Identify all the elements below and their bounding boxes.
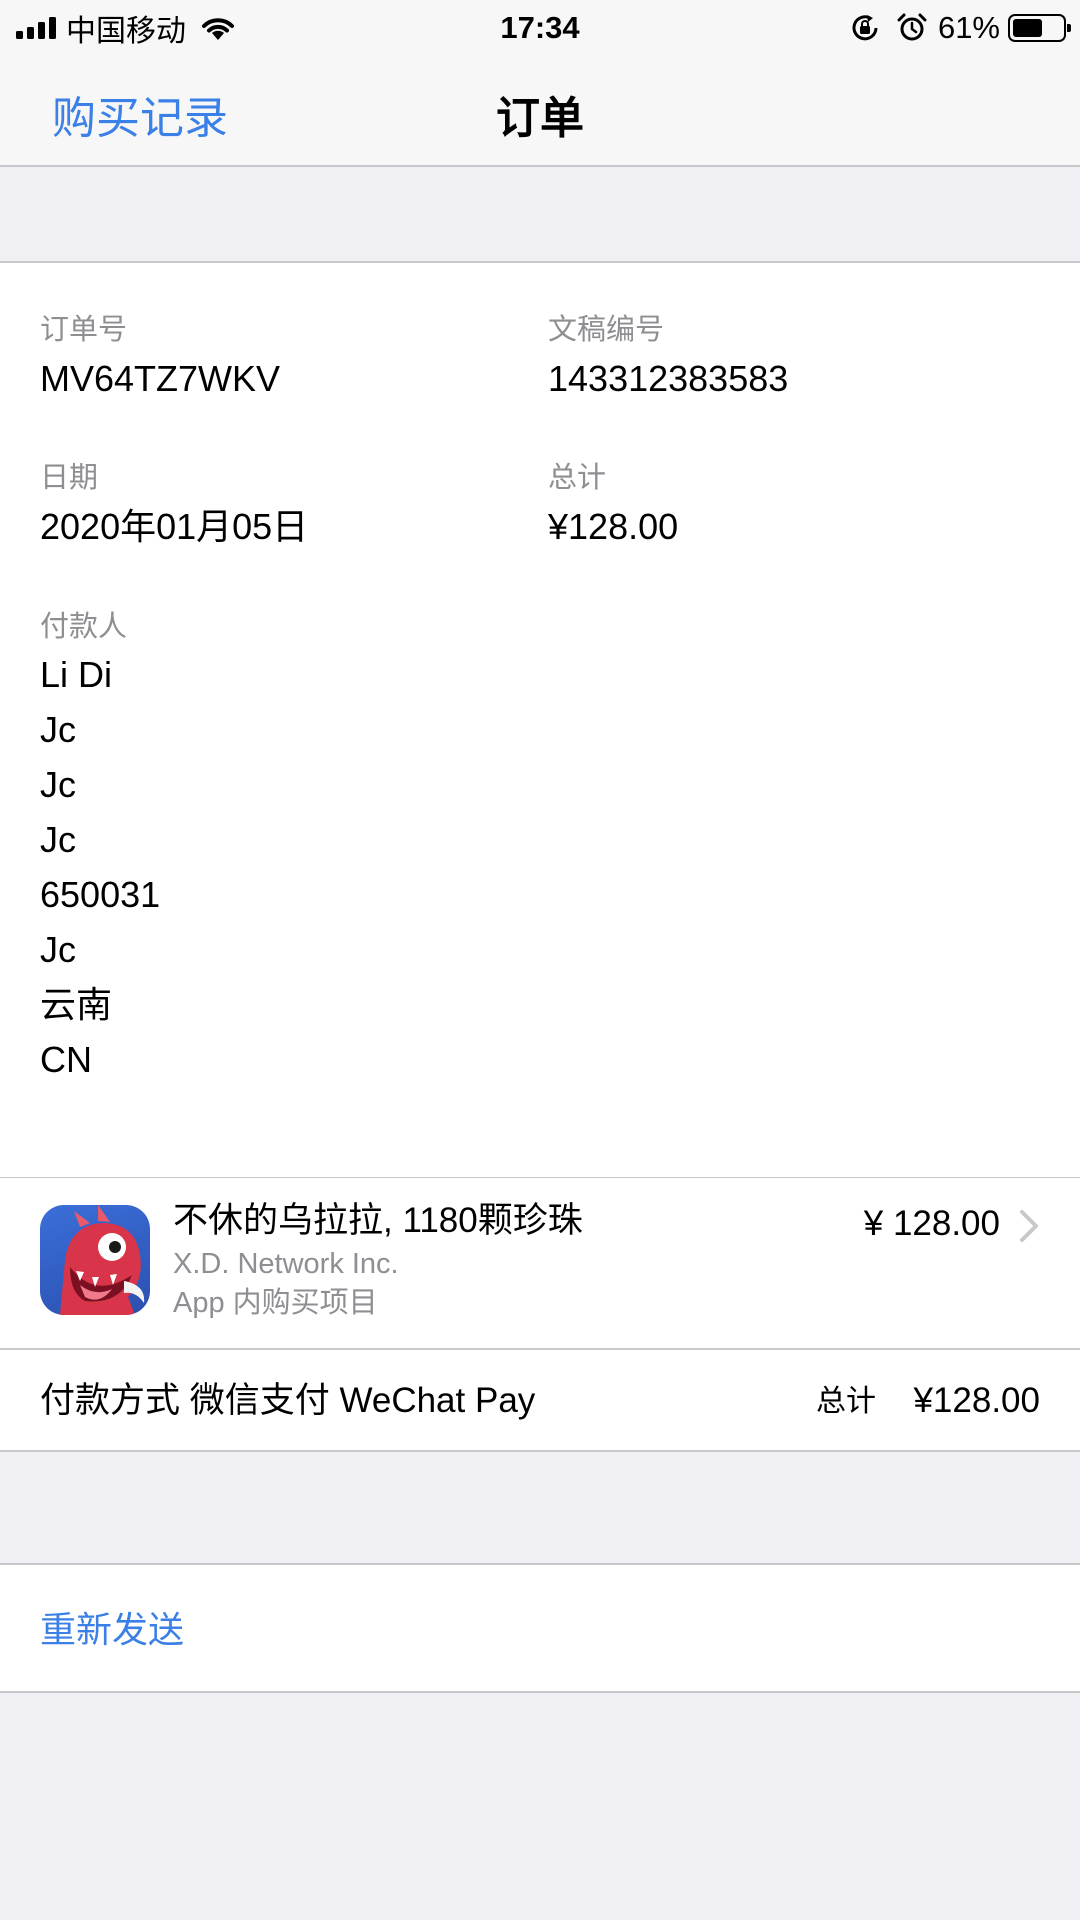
battery-percent: 61% (937, 10, 1000, 45)
payer-label: 付款人 (40, 611, 128, 643)
dragon-app-icon (40, 1205, 150, 1315)
status-right: 61% (850, 8, 1071, 48)
payer-line: Jc (40, 819, 76, 860)
product-type: App 内购买项目 (173, 1287, 378, 1319)
payment-method: 付款方式 微信支付 WeChat Pay (40, 1381, 536, 1420)
payment-total-label: 总计 (816, 1385, 876, 1418)
payer-line: Jc (40, 764, 76, 805)
payer-address: Li Di Jc Jc Jc 650031 Jc 云南 CN (40, 647, 160, 1087)
total-label: 总计 (548, 462, 607, 494)
resend-row: 重新发送 (0, 1563, 1080, 1693)
total-value: ¥128.00 (548, 506, 679, 547)
status-bar: 中国移动 17:34 61% (0, 0, 1080, 54)
order-number-label: 订单号 (40, 314, 128, 346)
chevron-right-icon (1020, 1210, 1038, 1242)
order-number-value: MV64TZ7WKV (40, 358, 281, 399)
product-name: 不休的乌拉拉, 1180颗珍珠 (173, 1201, 583, 1240)
document-number-label: 文稿编号 (548, 314, 665, 346)
date-value: 2020年01月05日 (40, 506, 309, 547)
battery-icon (1008, 14, 1071, 42)
document-number-value: 143312383583 (548, 358, 789, 399)
date-label: 日期 (40, 462, 99, 494)
product-row[interactable]: 不休的乌拉拉, 1180颗珍珠 X.D. Network Inc. App 内购… (0, 1178, 1080, 1350)
document-number-field: 文稿编号 143312383583 (548, 312, 788, 404)
product-price: ¥ 128.00 (863, 1204, 1000, 1243)
payer-field: 付款人 Li Di Jc Jc Jc 650031 Jc 云南 CN (40, 609, 160, 1087)
payment-total: ¥128.00 (913, 1381, 1040, 1420)
navigation-bar: 购买记录 订单 (0, 54, 1080, 167)
date-field: 日期 2020年01月05日 (40, 460, 308, 552)
payer-line: 云南 (40, 984, 113, 1025)
order-number-field: 订单号 MV64TZ7WKV (40, 312, 280, 404)
payer-line: 650031 (40, 874, 161, 915)
payer-line: Jc (40, 709, 76, 750)
payer-line: Jc (40, 929, 76, 970)
page-title: 订单 (496, 94, 584, 143)
resend-button[interactable]: 重新发送 (40, 1608, 184, 1652)
order-details: 订单号 MV64TZ7WKV 文稿编号 143312383583 日期 2020… (0, 261, 1080, 1179)
payer-line: CN (40, 1039, 92, 1080)
total-field: 总计 ¥128.00 (548, 460, 678, 552)
payer-line: Li Di (40, 654, 113, 695)
payment-row: 付款方式 微信支付 WeChat Pay 总计 ¥128.00 (0, 1350, 1080, 1452)
battery-fill (1013, 19, 1043, 37)
alarm-icon (897, 13, 927, 41)
orientation-lock-icon (852, 15, 878, 41)
product-developer: X.D. Network Inc. (173, 1248, 399, 1280)
